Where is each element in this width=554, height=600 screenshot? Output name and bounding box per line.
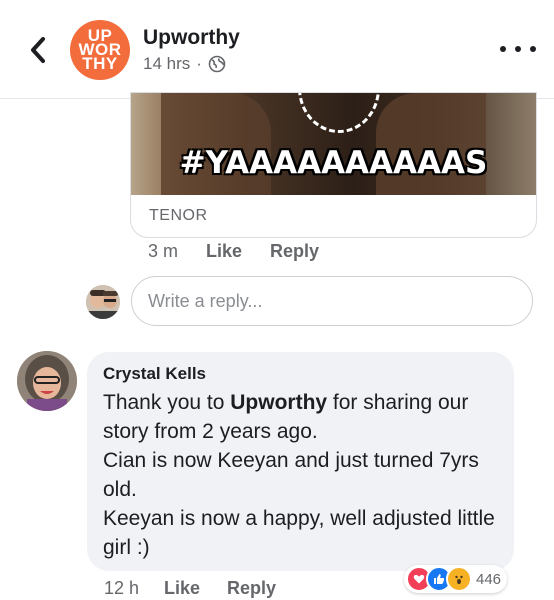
gif-attachment[interactable]: #YAAAAAAAAAAS TENOR <box>130 92 537 238</box>
like-button[interactable]: Like <box>164 578 227 599</box>
comment-text-line: Keeyan is now a happy, well adjusted lit… <box>103 507 495 559</box>
post-time: 14 hrs <box>143 54 191 73</box>
dot-icon <box>500 46 506 52</box>
comment-text: Thank you to Upworthy for sharing our st… <box>103 388 498 562</box>
commenter-avatar[interactable] <box>17 351 77 411</box>
comment-text-line: Cian is now Keeyan and just turned 7yrs … <box>103 449 479 501</box>
more-options-button[interactable] <box>500 38 536 60</box>
globe-icon <box>208 55 226 73</box>
post-meta: 14 hrs · <box>143 54 226 74</box>
page-name[interactable]: Upworthy <box>143 26 240 50</box>
logo-line: THY <box>82 54 118 73</box>
avatar-photo <box>86 285 120 319</box>
reply-input[interactable] <box>131 276 533 326</box>
avatar-photo <box>17 351 77 411</box>
reaction-count: 446 <box>476 570 502 588</box>
meta-separator: · <box>196 54 202 73</box>
like-button[interactable]: Like <box>206 241 270 262</box>
gif-caption: #YAAAAAAAAAAS <box>179 145 488 181</box>
chevron-left-icon <box>31 37 45 63</box>
gif-highlight-ring <box>298 93 380 133</box>
comment-mention[interactable]: Upworthy <box>230 391 327 414</box>
comment-text-part: Thank you to <box>103 391 231 414</box>
reply-button[interactable]: Reply <box>270 241 319 262</box>
comment-author[interactable]: Crystal Kells <box>103 364 498 384</box>
gif-image[interactable]: #YAAAAAAAAAAS <box>131 93 536 195</box>
wow-reaction-icon <box>446 566 472 592</box>
reply-button[interactable]: Reply <box>227 578 276 599</box>
gif-provider: TENOR <box>149 207 208 224</box>
back-button[interactable] <box>18 30 58 70</box>
dot-icon <box>530 46 536 52</box>
comment-time: 12 h <box>104 578 140 598</box>
reaction-summary[interactable]: 446 <box>404 565 508 593</box>
gif-comment-actions: 3 m Like Reply <box>148 241 319 262</box>
dot-icon <box>515 46 521 52</box>
comment-actions: 12 h Like Reply <box>104 578 276 599</box>
upworthy-logo[interactable]: UP WOR THY <box>70 20 130 80</box>
comment-time: 3 m <box>148 241 179 261</box>
post-header: UP WOR THY Upworthy 14 hrs · <box>0 0 554 99</box>
current-user-avatar <box>86 285 120 319</box>
comment-bubble[interactable]: Crystal Kells Thank you to Upworthy for … <box>87 352 514 571</box>
